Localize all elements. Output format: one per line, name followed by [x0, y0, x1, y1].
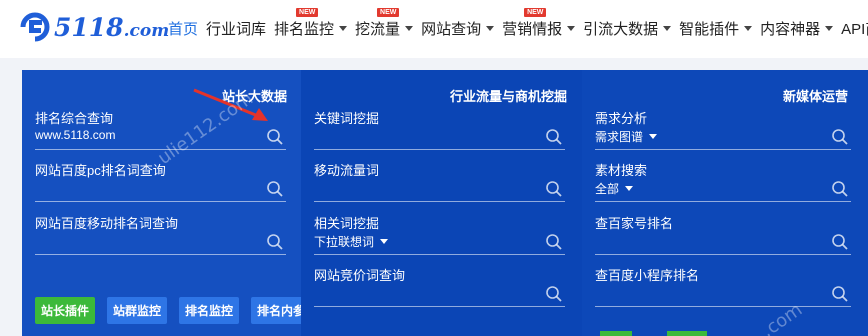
field-input-value[interactable]: www.5118.com	[35, 128, 115, 142]
nav-item[interactable]: 挖流量 NEW	[355, 7, 414, 39]
nav-item-label: 挖流量	[355, 20, 401, 38]
field-label: 需求分析	[595, 111, 648, 126]
column-title: 行业流量与商机挖掘	[449, 89, 567, 104]
nav-item[interactable]: 首页	[168, 18, 198, 39]
column-title: 新媒体运营	[782, 89, 848, 104]
nav-item[interactable]: 网站查询	[421, 18, 495, 39]
new-badge: NEW	[524, 7, 547, 17]
clipped-button	[667, 331, 707, 336]
industry-column: 行业流量与商机挖掘 关键词挖掘移动流量词相关词挖掘下拉联想词网站竞价词查询	[301, 70, 582, 336]
field-dropdown[interactable]: 下拉联想词	[314, 233, 389, 250]
nav-item[interactable]: 排名监控 NEW	[274, 7, 348, 39]
nav-item[interactable]: 引流大数据	[583, 18, 672, 39]
search-icon[interactable]	[545, 233, 563, 251]
nav-item-label: 内容神器	[760, 20, 821, 38]
nav-item-label: 排名监控	[274, 20, 335, 38]
field-label: 查百度小程序排名	[595, 268, 700, 283]
caret-down-icon	[339, 25, 348, 31]
search-field[interactable]: 需求分析 需求图谱	[595, 108, 851, 150]
nav-item-label: 智能插件	[679, 20, 740, 38]
site-logo[interactable]: 5118.com	[18, 10, 169, 44]
search-field[interactable]: 网站竞价词查询	[314, 265, 565, 307]
annotation-arrow-icon	[193, 88, 268, 121]
field-value-text: 全部	[595, 182, 620, 196]
search-field[interactable]: 网站百度移动排名词查询	[35, 213, 286, 255]
media-column: 新媒体运营 需求分析需求图谱素材搜索全部查百家号排名查百度小程序排名	[582, 70, 868, 336]
field-dropdown[interactable]: 需求图谱	[595, 128, 658, 145]
search-icon[interactable]	[831, 128, 849, 146]
caret-down-icon	[625, 186, 634, 191]
caret-down-icon	[744, 25, 753, 31]
field-value-text: 下拉联想词	[314, 235, 375, 249]
nav-item-label: API商城	[841, 20, 868, 38]
field-label: 排名综合查询	[35, 111, 114, 126]
new-badge: NEW	[296, 7, 319, 17]
nav-item[interactable]: API商城	[841, 18, 868, 39]
caret-down-icon	[567, 25, 576, 31]
caret-down-icon	[649, 134, 658, 139]
search-field[interactable]: 网站百度pc排名词查询	[35, 160, 286, 202]
field-label: 相关词挖掘	[314, 216, 380, 231]
search-icon[interactable]	[831, 285, 849, 303]
caret-down-icon	[825, 25, 834, 31]
search-icon[interactable]	[266, 128, 284, 146]
quick-link-button[interactable]: 排名监控	[179, 297, 240, 324]
nav-item-label: 网站查询	[421, 20, 482, 38]
search-icon[interactable]	[266, 233, 284, 251]
field-label: 网站百度pc排名词查询	[35, 163, 166, 178]
clipped-button	[600, 331, 632, 336]
logo-text: 5118.com	[54, 12, 170, 42]
search-icon[interactable]	[545, 180, 563, 198]
search-field[interactable]: 查百度小程序排名	[595, 265, 851, 307]
nav-item[interactable]: 智能插件	[679, 18, 753, 39]
caret-down-icon	[486, 25, 495, 31]
search-icon[interactable]	[266, 180, 284, 198]
field-value-text: www.5118.com	[35, 128, 116, 142]
search-field[interactable]: 移动流量词	[314, 160, 565, 202]
new-badge: NEW	[377, 7, 400, 17]
field-label: 网站竞价词查询	[314, 268, 406, 283]
search-icon[interactable]	[831, 233, 849, 251]
main-nav: 首页 行业词库 排名监控 NEW 挖流量 NEW 网站查询 营销情报 NEW 引流大数据 智能插件 内…	[168, 7, 868, 40]
quick-link-buttons: 站长插件 站群监控 排名监控 排名内参	[35, 297, 323, 324]
field-label: 关键词挖掘	[314, 111, 380, 126]
nav-item-label: 营销情报	[502, 20, 563, 38]
caret-down-icon	[380, 239, 389, 244]
field-label: 网站百度移动排名词查询	[35, 216, 179, 231]
tool-panel: 站长大数据 排名综合查询 www.5118.com 网站百度pc排名词查询 网站百度移…	[22, 70, 868, 336]
quick-link-button[interactable]: 站群监控	[107, 297, 168, 324]
search-field[interactable]: 素材搜索 全部	[595, 160, 851, 202]
top-navigation-bar: 5118.com 首页 行业词库 排名监控 NEW 挖流量 NEW 网站查询 营销情报 NEW 引…	[0, 0, 868, 58]
search-field[interactable]: 关键词挖掘	[314, 108, 565, 150]
search-icon[interactable]	[545, 285, 563, 303]
search-icon[interactable]	[545, 128, 563, 146]
field-value-text: 需求图谱	[595, 130, 644, 144]
field-label: 素材搜索	[595, 163, 648, 178]
nav-item[interactable]: 行业词库	[206, 18, 266, 39]
caret-down-icon	[405, 25, 414, 31]
field-dropdown[interactable]: 全部	[595, 180, 634, 197]
search-field[interactable]: 相关词挖掘下拉联想词	[314, 213, 565, 255]
field-label: 查百家号排名	[595, 216, 674, 231]
nav-item-label: 行业词库	[206, 20, 267, 38]
nav-item-label: 引流大数据	[583, 20, 659, 38]
quick-link-button[interactable]: 站长插件	[35, 297, 96, 324]
field-label: 移动流量词	[314, 163, 380, 178]
nav-item-label: 首页	[168, 20, 199, 38]
nav-item[interactable]: 营销情报 NEW	[502, 7, 576, 39]
logo-mark-icon	[20, 12, 50, 42]
caret-down-icon	[663, 25, 672, 31]
search-icon[interactable]	[831, 180, 849, 198]
search-field[interactable]: 查百家号排名	[595, 213, 851, 255]
nav-item[interactable]: 内容神器	[760, 18, 834, 39]
